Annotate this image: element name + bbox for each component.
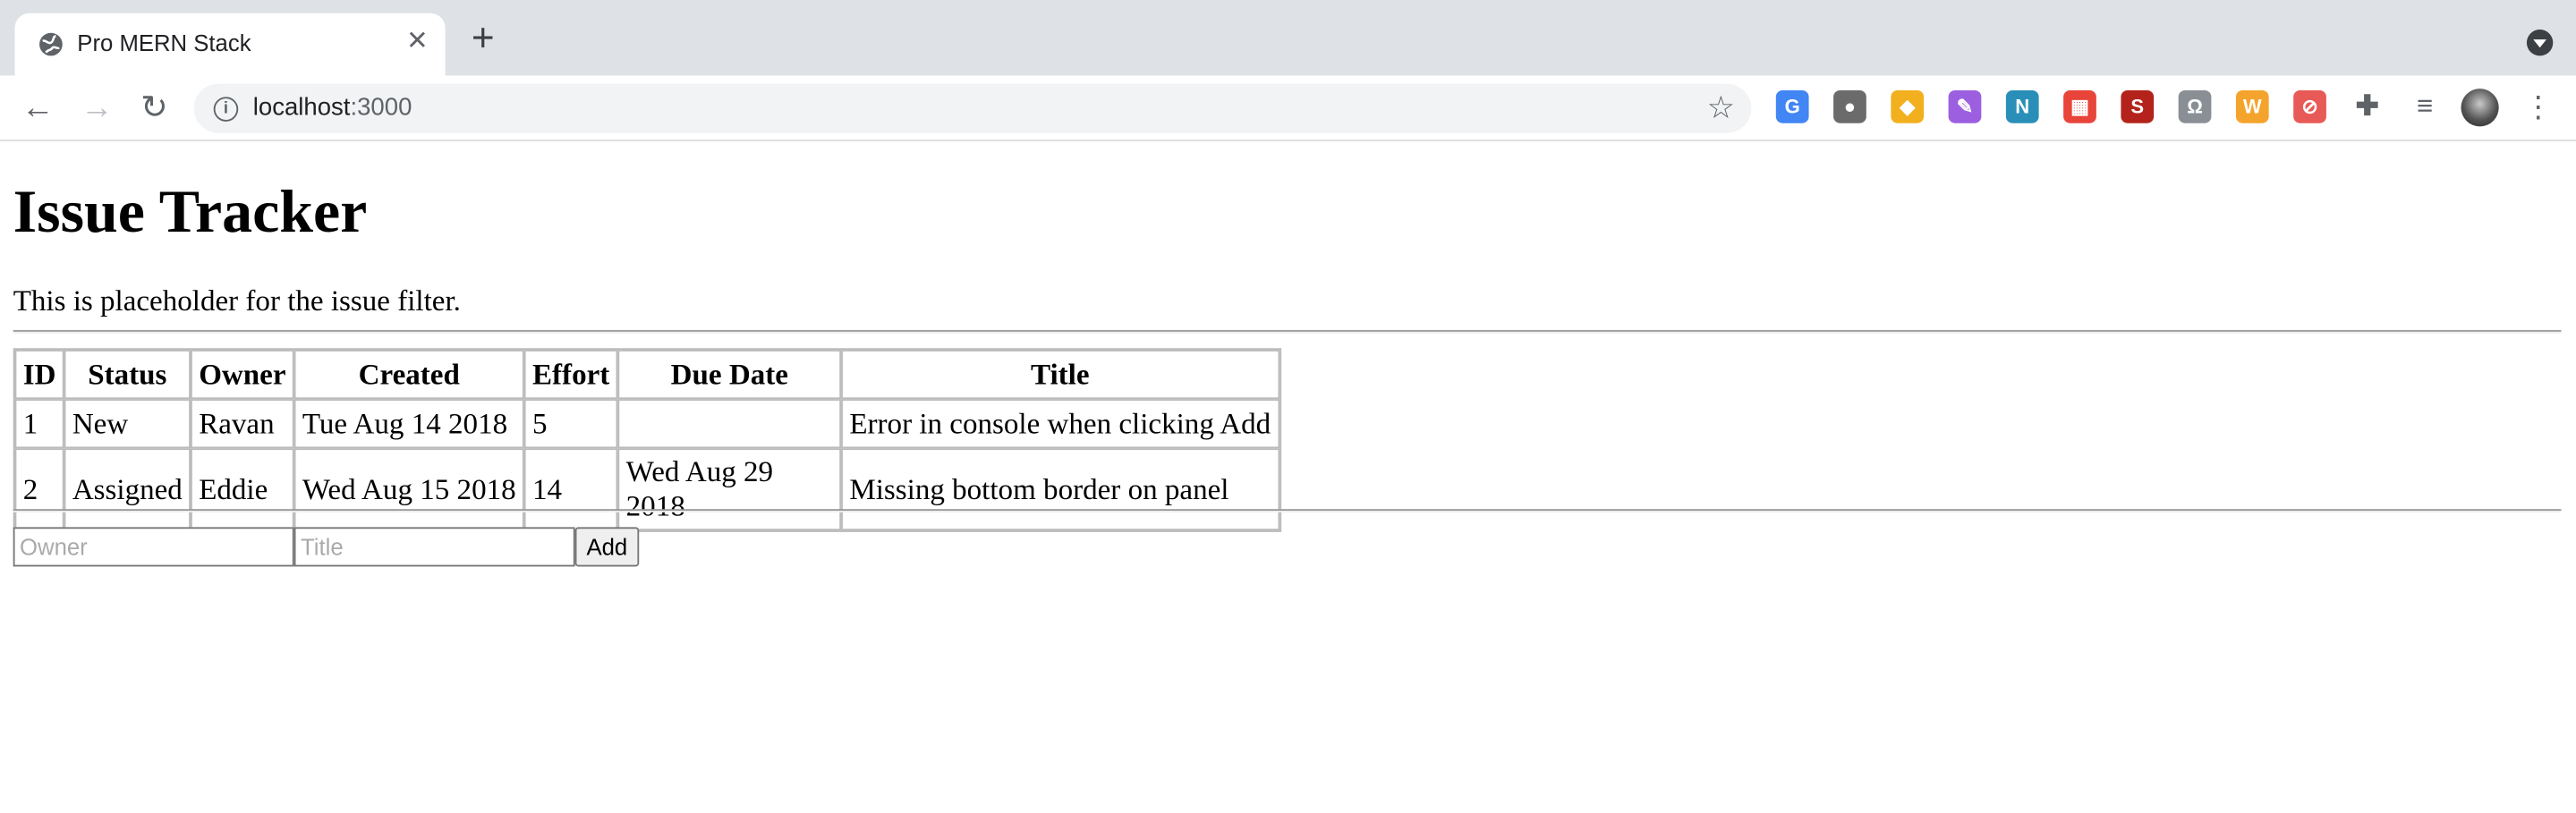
url-port: :3000: [350, 93, 412, 122]
browser-toolbar: ← → ↻ i localhost:3000 ☆ G ● ◆ ✎ N ▦ S Ω W ⊘ ✚ ≡ ⋮: [0, 75, 2576, 141]
table-cell: Tue Aug 14 2018: [293, 399, 524, 449]
table-cell: Missing bottom border on panel: [841, 448, 1279, 531]
column-header: Effort: [523, 350, 618, 400]
issue-filter-placeholder: This is placeholder for the issue filter…: [13, 284, 461, 318]
shield-icon[interactable]: ⊘: [2293, 89, 2326, 123]
tab-strip: Pro MERN Stack ✕ +: [0, 0, 2576, 76]
divider: [13, 509, 2562, 512]
reload-icon[interactable]: ↻: [135, 89, 174, 128]
quill-icon[interactable]: ✎: [1948, 89, 1982, 123]
tab-title: Pro MERN Stack: [77, 30, 251, 56]
browser-tab[interactable]: Pro MERN Stack ✕: [14, 13, 446, 76]
close-icon[interactable]: ✕: [403, 28, 432, 57]
column-header: Created: [293, 350, 524, 400]
loop-icon[interactable]: Ω: [2178, 89, 2212, 123]
site-info-icon[interactable]: i: [213, 97, 239, 122]
forward-icon[interactable]: →: [77, 89, 116, 128]
column-header: Owner: [191, 350, 294, 400]
url-text[interactable]: localhost:3000: [253, 94, 412, 122]
issue-table: ID Status Owner Created Effort Due Date …: [13, 348, 1281, 532]
table-row: 2 Assigned Eddie Wed Aug 15 2018 14 Wed …: [14, 448, 1279, 531]
bookmark-shield-icon[interactable]: ◆: [1891, 89, 1925, 123]
profile-avatar[interactable]: [2461, 89, 2499, 127]
back-icon[interactable]: ←: [18, 89, 57, 128]
add-button[interactable]: Add: [574, 527, 640, 567]
reading-list-icon[interactable]: ≡: [2409, 90, 2442, 123]
column-header: Status: [64, 350, 191, 400]
column-header: Title: [841, 350, 1279, 400]
s-icon[interactable]: S: [2121, 89, 2155, 123]
table-cell: Ravan: [191, 399, 294, 449]
page-title: Issue Tracker: [13, 179, 368, 247]
divider: [13, 330, 2562, 334]
table-row: 1 New Ravan Tue Aug 14 2018 5 Error in c…: [14, 399, 1279, 449]
page-content: Issue Tracker This is placeholder for th…: [0, 141, 2576, 813]
notion-n-icon[interactable]: N: [2005, 89, 2039, 123]
table-cell: [617, 399, 842, 449]
tab-search-icon[interactable]: [2526, 30, 2554, 56]
table-cell: 2: [14, 448, 64, 531]
column-header: ID: [14, 350, 64, 400]
table-cell: Wed Aug 15 2018: [293, 448, 524, 531]
address-bar[interactable]: i localhost:3000 ☆: [193, 83, 1752, 133]
bookmark-star-icon[interactable]: ☆: [1707, 90, 1735, 128]
url-host: localhost: [252, 93, 351, 122]
tomato-icon[interactable]: ●: [1833, 89, 1866, 123]
calendar-icon[interactable]: ▦: [2063, 89, 2096, 123]
issue-add-form: Add: [13, 527, 640, 567]
table-cell: 1: [14, 399, 64, 449]
browser-menu-icon[interactable]: ⋮: [2523, 89, 2553, 128]
table-cell: Error in console when clicking Add: [841, 399, 1279, 449]
google-translate-icon[interactable]: G: [1775, 89, 1809, 123]
table-cell: 14: [523, 448, 618, 531]
w-icon[interactable]: W: [2235, 89, 2269, 123]
table-header-row: ID Status Owner Created Effort Due Date …: [14, 350, 1279, 400]
puzzle-icon[interactable]: ✚: [2351, 90, 2384, 123]
table-cell: Eddie: [191, 448, 294, 531]
table-cell: New: [64, 399, 191, 449]
table-cell: Wed Aug 29 2018: [617, 448, 842, 531]
table-cell: Assigned: [64, 448, 191, 531]
globe-icon: [39, 32, 63, 56]
new-tab-button[interactable]: +: [465, 19, 501, 59]
title-input[interactable]: [293, 527, 575, 567]
table-cell: 5: [523, 399, 618, 449]
owner-input[interactable]: [13, 527, 294, 567]
column-header: Due Date: [617, 350, 842, 400]
